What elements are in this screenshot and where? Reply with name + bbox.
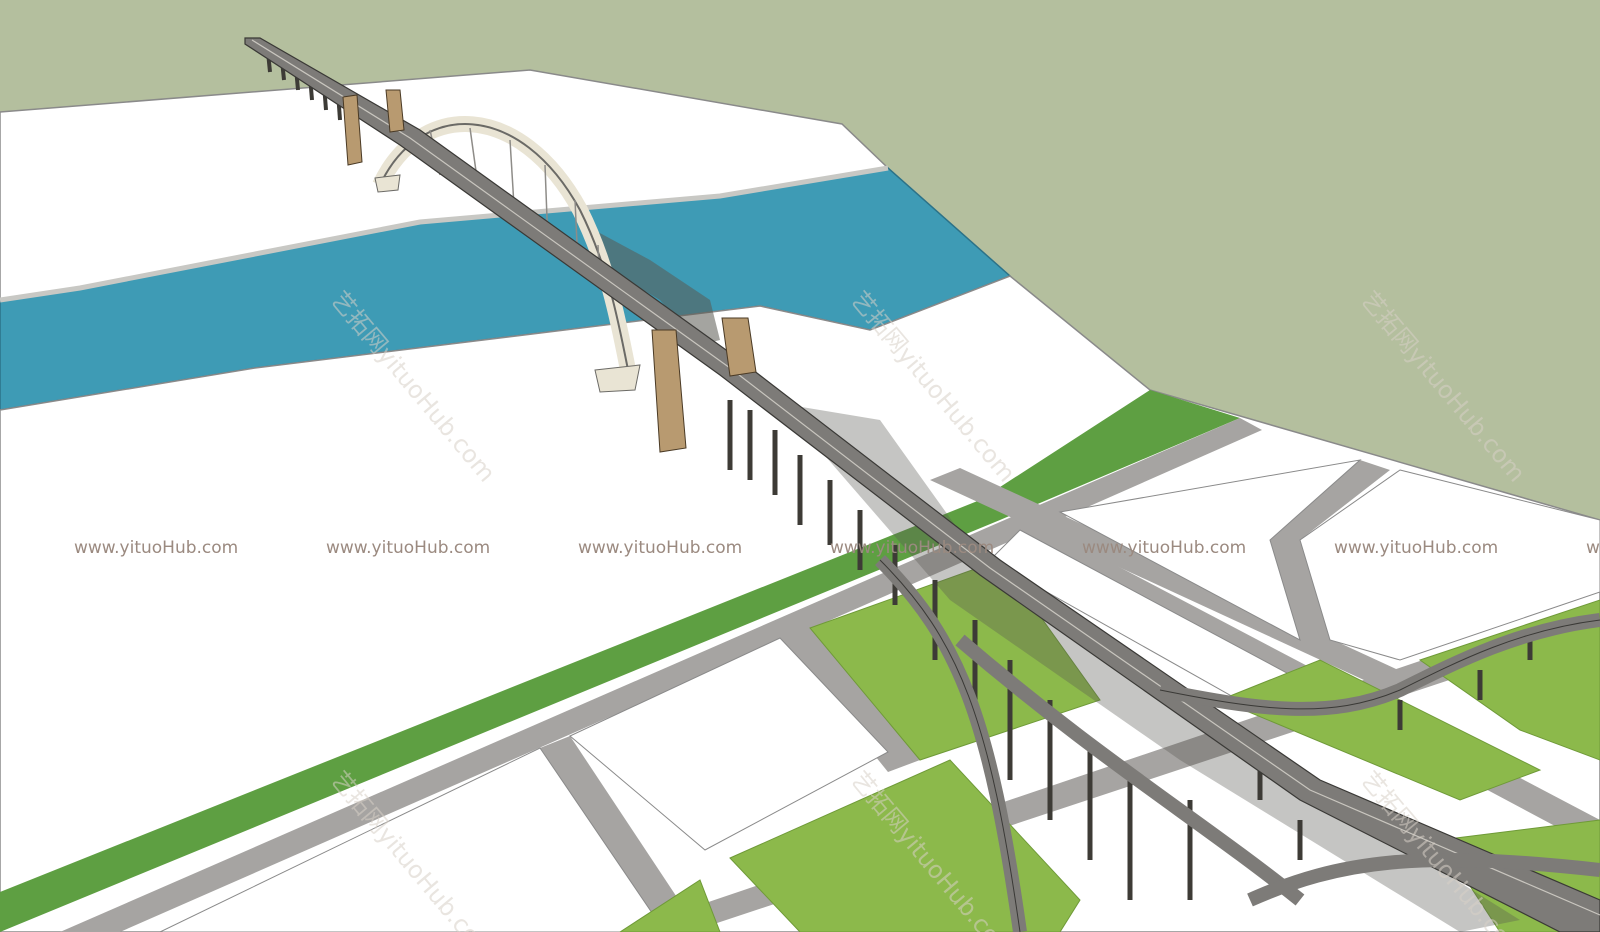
bridge-model-scene: www.yituoHub.com www.yituoHub.com www.yi… <box>0 0 1600 932</box>
watermark-2: www.yituoHub.com <box>326 538 490 558</box>
arch-foot-near <box>594 364 641 393</box>
arch-foot-far <box>374 174 401 193</box>
watermark-3: www.yituoHub.com <box>578 538 742 558</box>
watermark-5: www.yituoHub.com <box>1082 538 1246 558</box>
watermark-6: www.yituoHub.com <box>1334 538 1498 558</box>
watermark-1: www.yituoHub.com <box>74 538 238 558</box>
scene-illustration: www.yituoHub.com www.yituoHub.com www.yi… <box>0 0 1600 932</box>
watermark-4: www.yituoHub.com <box>830 538 994 558</box>
watermark-7: www.yituoHub.com <box>1586 538 1600 558</box>
